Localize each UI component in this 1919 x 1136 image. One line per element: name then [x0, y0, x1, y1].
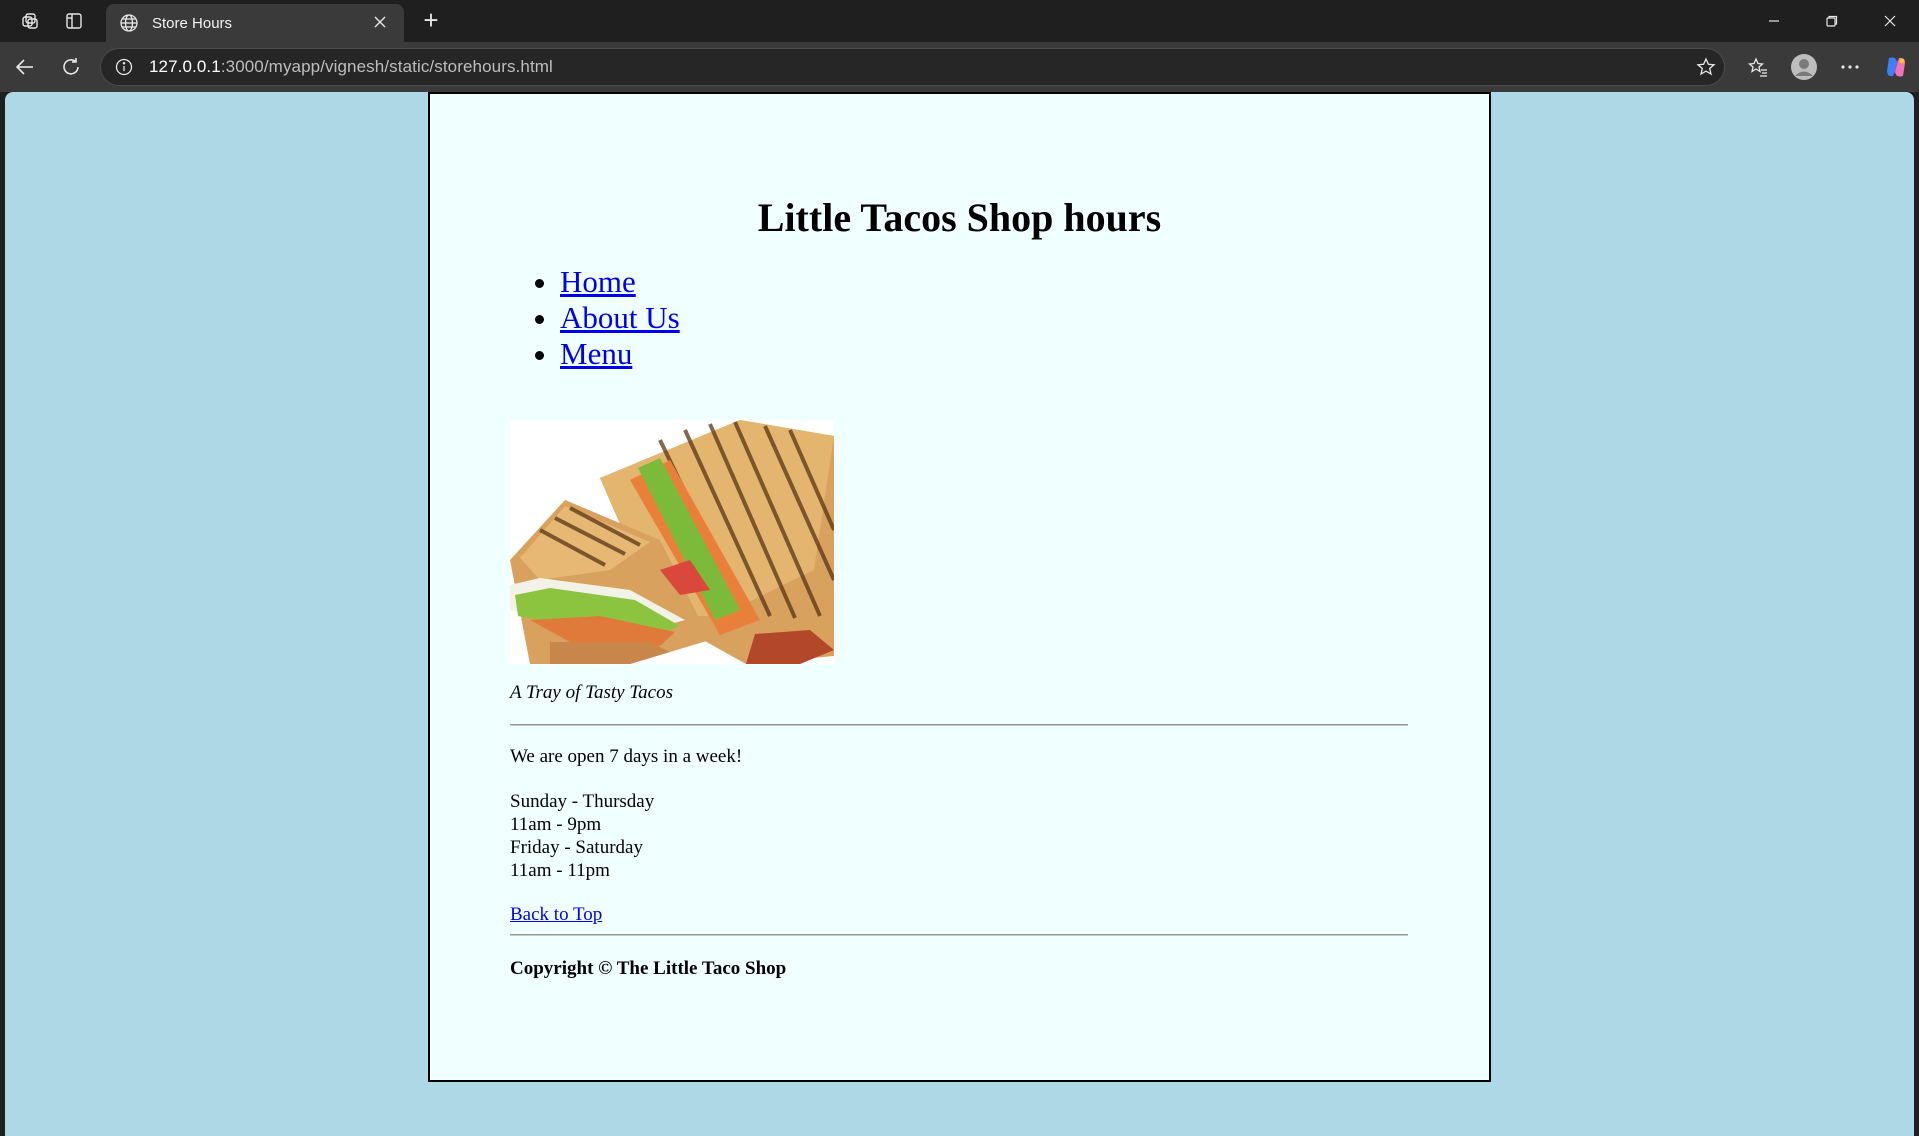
divider-top	[510, 724, 1408, 726]
nav-link-home[interactable]: Home	[560, 264, 636, 299]
site-nav: Home About Us Menu	[560, 264, 680, 372]
sandwich-image	[510, 420, 834, 664]
active-tab[interactable]: Store Hours	[106, 4, 404, 42]
back-to-top-link[interactable]: Back to Top	[510, 904, 602, 926]
refresh-icon[interactable]	[48, 44, 94, 90]
tab-title: Store Hours	[152, 14, 233, 32]
copyright-text: Copyright © The Little Taco Shop	[510, 958, 787, 979]
hours-time-1: 11am - 9pm	[510, 814, 602, 835]
nav-item-home: Home	[560, 264, 680, 300]
favorite-star-icon[interactable]	[1688, 49, 1724, 85]
page-container: Little Tacos Shop hours Home About Us Me…	[428, 92, 1491, 1082]
browser-toolbar: 127.0.0.1:3000/myapp/vignesh/static/stor…	[0, 42, 1919, 92]
nav-link-menu[interactable]: Menu	[560, 336, 632, 371]
close-window-icon[interactable]	[1861, 0, 1919, 42]
workspaces-icon[interactable]	[8, 0, 52, 42]
window-controls	[1745, 0, 1919, 42]
nav-link-about[interactable]: About Us	[560, 300, 680, 335]
nav-item-about: About Us	[560, 300, 680, 336]
back-arrow-icon[interactable]	[2, 44, 48, 90]
hours-days-2: Friday - Saturday	[510, 837, 643, 858]
minimize-icon[interactable]	[1745, 0, 1803, 42]
more-options-icon[interactable]	[1827, 44, 1873, 90]
profile-avatar-icon[interactable]	[1781, 44, 1827, 90]
image-caption: A Tray of Tasty Tacos	[510, 682, 673, 703]
new-tab-button[interactable]: +	[414, 6, 448, 36]
site-info-icon[interactable]	[113, 56, 135, 78]
vertical-tabs-icon[interactable]	[52, 0, 96, 42]
restore-icon[interactable]	[1803, 0, 1861, 42]
hours-days-1: Sunday - Thursday	[510, 791, 655, 812]
favorites-icon[interactable]	[1735, 44, 1781, 90]
tab-close-icon[interactable]	[368, 13, 392, 33]
nav-item-menu: Menu	[560, 336, 680, 372]
browser-titlebar: Store Hours +	[0, 0, 1919, 42]
url-path: :3000/myapp/vignesh/static/storehours.ht…	[220, 57, 553, 76]
open-days-text: We are open 7 days in a week!	[510, 746, 743, 767]
copilot-icon[interactable]	[1873, 44, 1919, 90]
url-text[interactable]: 127.0.0.1:3000/myapp/vignesh/static/stor…	[149, 57, 1688, 77]
globe-icon	[118, 12, 140, 34]
toolbar-right	[1735, 42, 1919, 92]
hours-block: Sunday - Thursday 11am - 9pm Friday - Sa…	[510, 790, 654, 882]
url-host: 127.0.0.1	[149, 57, 221, 76]
page-viewport: Little Tacos Shop hours Home About Us Me…	[5, 92, 1914, 1136]
page-title: Little Tacos Shop hours	[757, 195, 1162, 240]
hours-time-2: 11am - 11pm	[510, 860, 610, 881]
divider-bottom	[510, 934, 1408, 936]
address-bar[interactable]: 127.0.0.1:3000/myapp/vignesh/static/stor…	[100, 48, 1725, 86]
